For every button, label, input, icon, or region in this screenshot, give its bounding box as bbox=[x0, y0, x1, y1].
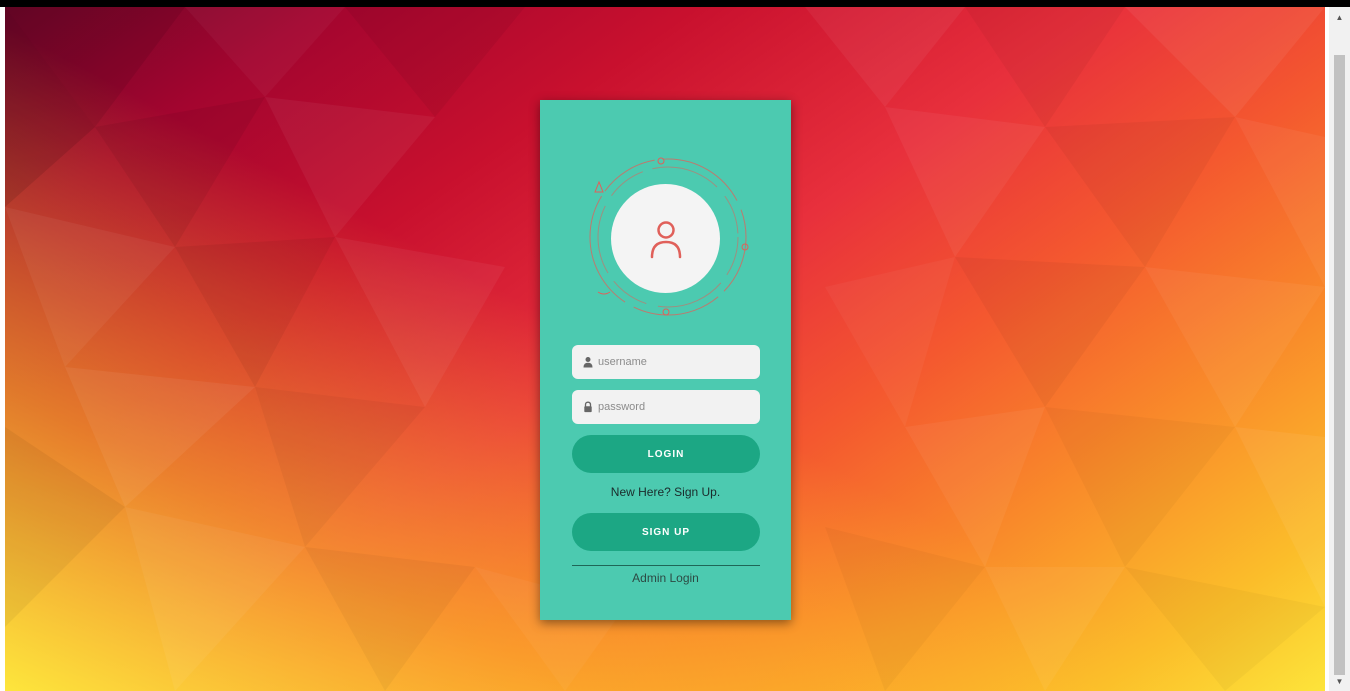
password-field[interactable] bbox=[572, 390, 760, 424]
scroll-down-arrow-icon[interactable]: ▼ bbox=[1329, 673, 1350, 689]
login-button[interactable]: LOGIN bbox=[572, 435, 760, 473]
password-input[interactable] bbox=[598, 401, 748, 413]
admin-login-link[interactable]: Admin Login bbox=[540, 571, 791, 585]
top-border bbox=[0, 0, 1350, 7]
avatar bbox=[611, 184, 720, 293]
username-input[interactable] bbox=[598, 356, 748, 368]
user-icon bbox=[583, 357, 593, 368]
scroll-thumb[interactable] bbox=[1334, 55, 1345, 675]
browser-viewport: ▲ ▼ username LOGIN New Here? Sign Up. SI… bbox=[0, 0, 1350, 691]
scroll-up-arrow-icon[interactable]: ▲ bbox=[1329, 9, 1350, 25]
signup-prompt-text: New Here? Sign Up. bbox=[610, 485, 721, 499]
username-field[interactable] bbox=[572, 345, 760, 379]
user-icon bbox=[650, 220, 681, 258]
login-card: LOGIN New Here? Sign Up. SIGN UP Admin L… bbox=[540, 100, 791, 620]
lock-icon bbox=[584, 401, 592, 413]
divider bbox=[572, 565, 760, 566]
page-scrollbar[interactable]: ▲ ▼ bbox=[1329, 7, 1350, 691]
signup-button[interactable]: SIGN UP bbox=[572, 513, 760, 551]
